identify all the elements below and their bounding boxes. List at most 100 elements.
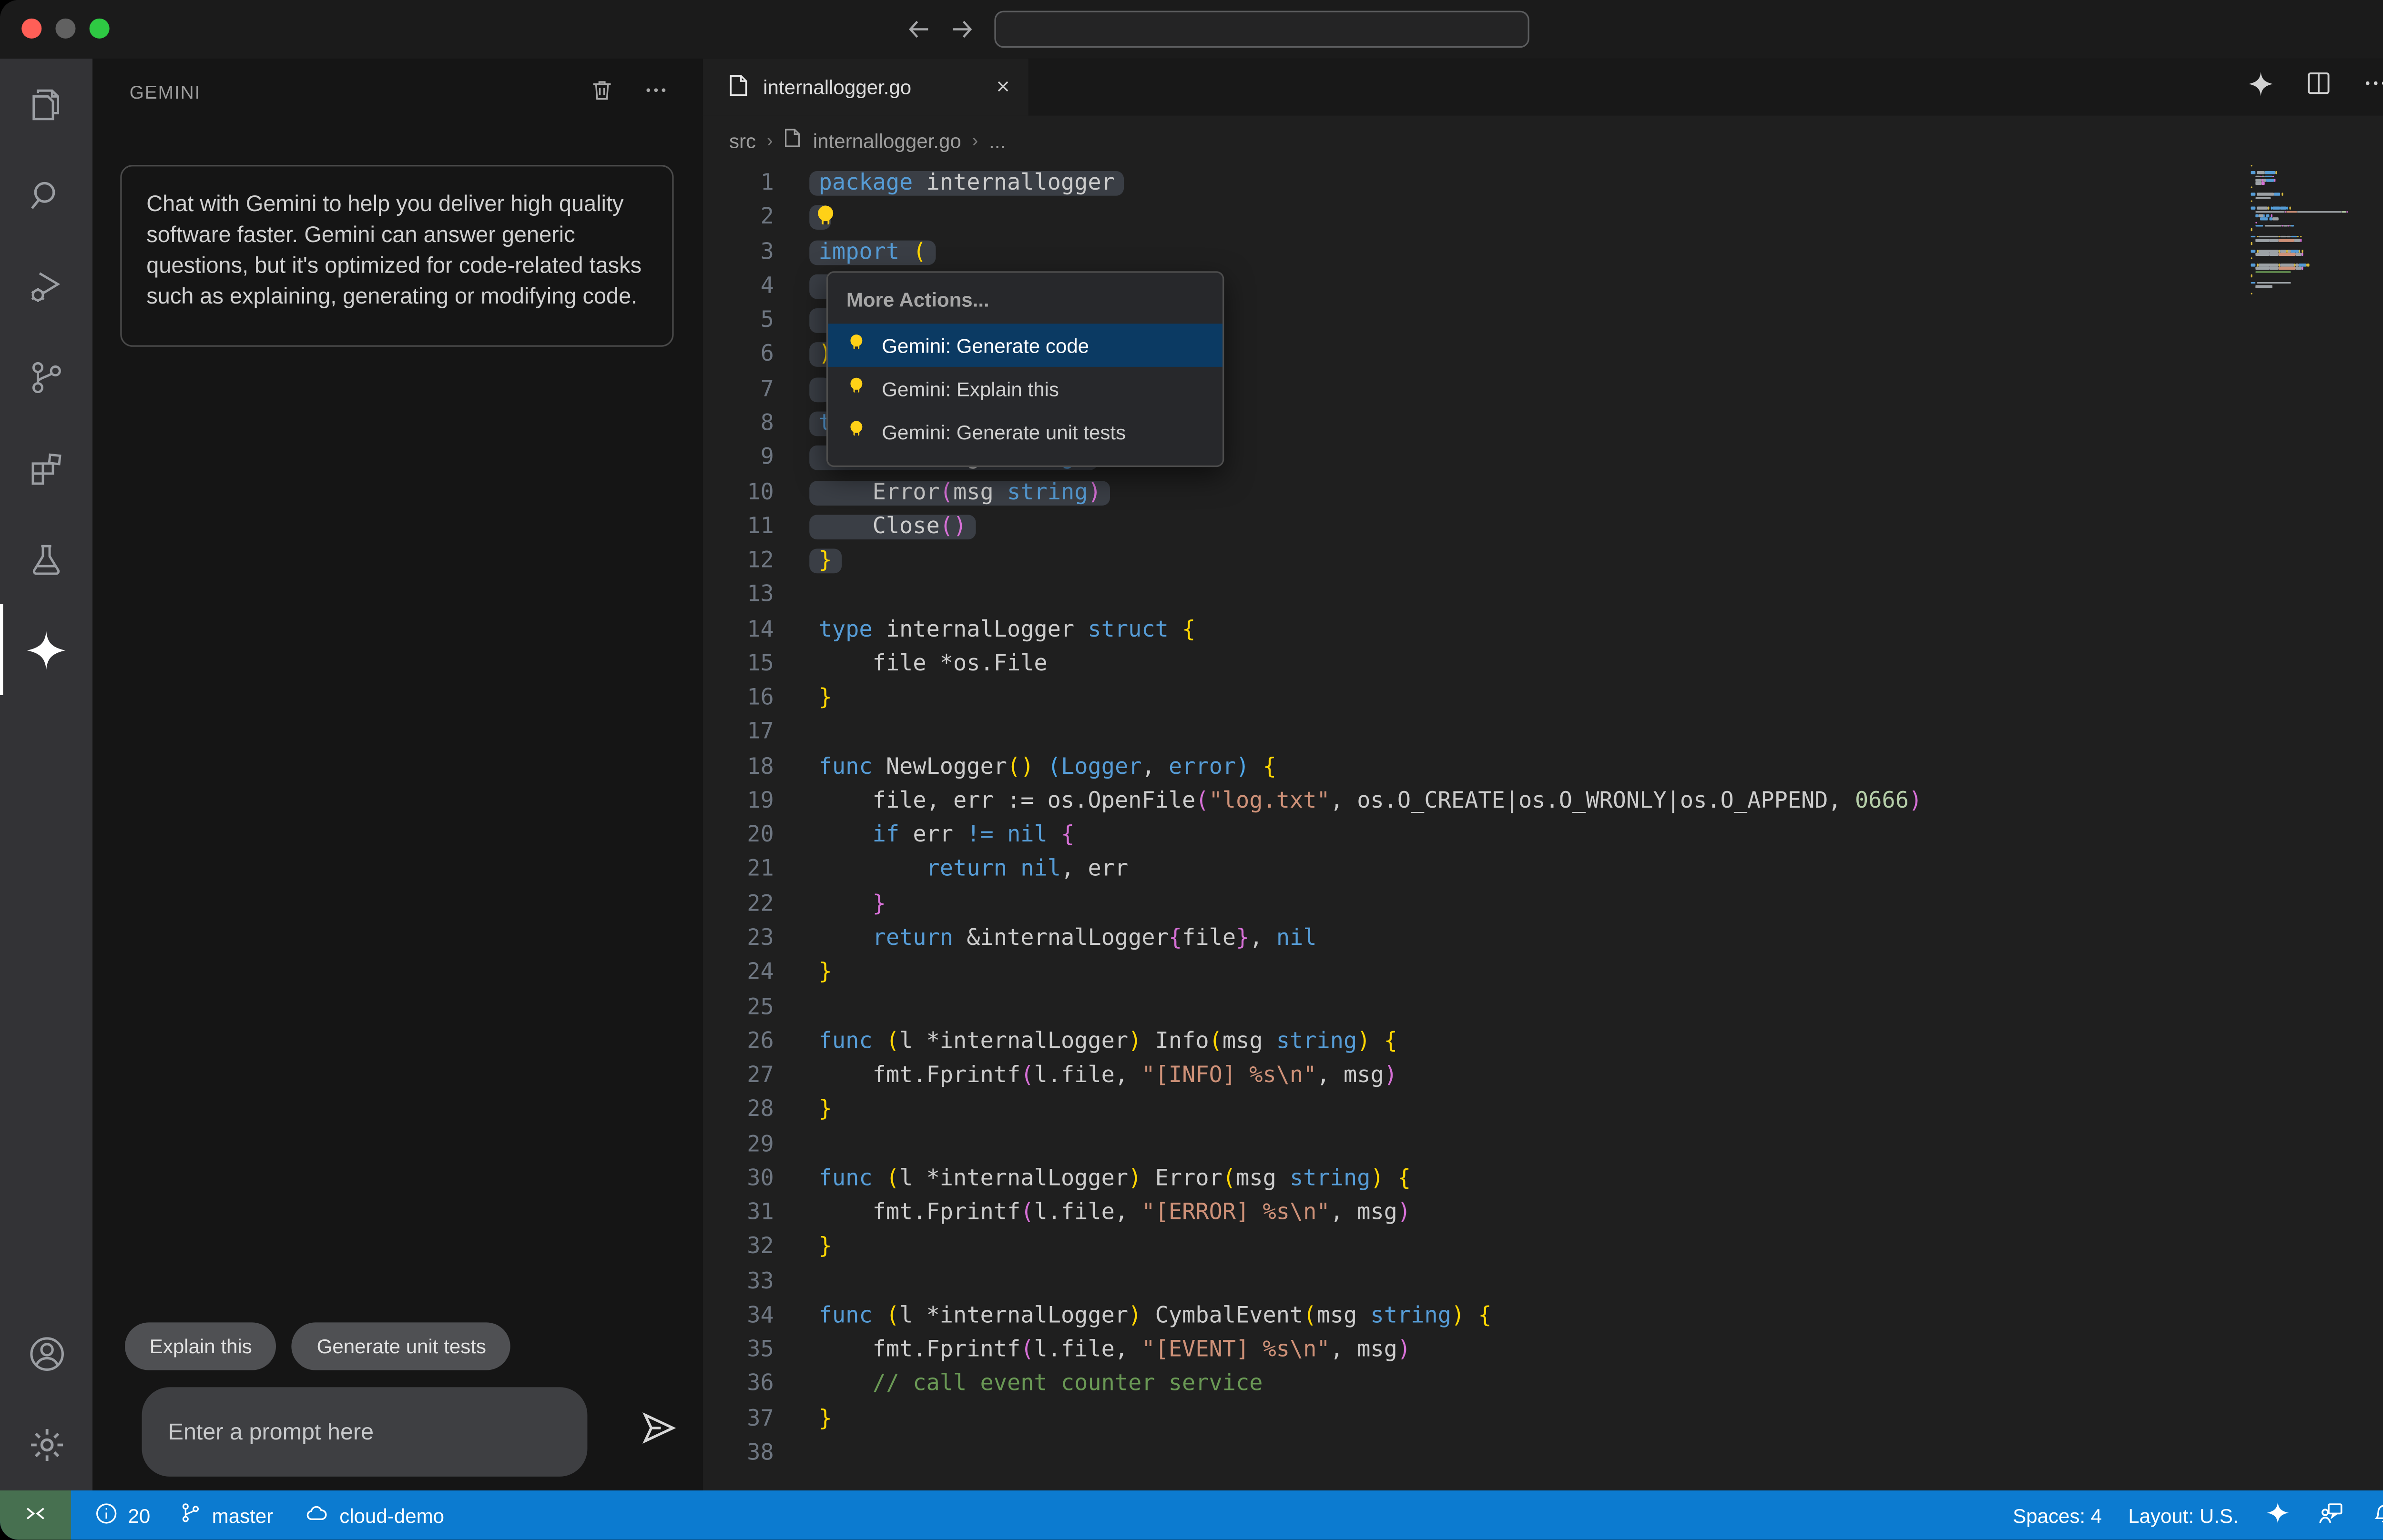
status-spaces[interactable]: Spaces: 4 [2013,1503,2102,1527]
line-number: 13 [747,583,774,608]
close-window-button[interactable] [21,18,42,39]
code-text: if err != nil { [872,823,1075,848]
line-number: 23 [747,926,774,951]
notifications-bell-icon[interactable] [2371,1499,2383,1530]
menu-item[interactable]: Gemini: Generate unit tests [828,410,1222,453]
generate-unit-tests-button[interactable]: Generate unit tests [292,1322,511,1370]
minimap-line [2251,232,2383,235]
minimap-line [2251,270,2383,274]
status-sparkle-icon[interactable] [2265,1499,2291,1530]
sidebar-item-search[interactable] [0,150,92,241]
minimize-window-button[interactable] [55,18,76,39]
code-text: } [818,1407,832,1432]
minimap-line [2251,260,2383,263]
code-line: 17 [703,716,2383,750]
chevron-right-icon: › [972,129,978,151]
minimap-line [2251,263,2383,266]
code-line: 22 } [703,887,2383,922]
gemini-sparkle-icon [23,627,70,673]
explain-this-button[interactable]: Explain this [125,1322,277,1370]
line-number: 33 [747,1269,774,1294]
code-line: 36 // call event counter service [703,1368,2383,1402]
problems-count: 20 [128,1503,151,1527]
command-center-search-input[interactable] [994,10,1529,48]
lightbulb-icon[interactable] [813,204,840,232]
status-layout[interactable]: Layout: U.S. [2128,1503,2238,1527]
gemini-editor-sparkle-icon[interactable] [2246,69,2275,106]
feedback-icon[interactable] [2317,1499,2345,1531]
settings-button[interactable] [0,1399,92,1490]
cloud-icon [303,1500,330,1530]
minimap-line [2251,196,2383,199]
info-icon [94,1500,119,1530]
remote-indicator[interactable] [0,1490,71,1540]
breadcrumb-file[interactable]: internallogger.go [813,129,961,152]
code-text: type internalLogger struct { [818,617,1196,642]
line-number: 26 [747,1029,774,1054]
line-number: 38 [747,1441,774,1466]
branch-name: master [212,1503,274,1527]
suggestion-buttons: Explain this Generate unit tests [125,1322,511,1370]
window-controls [21,18,110,39]
menu-item[interactable]: Gemini: Explain this [828,367,1222,410]
menu-item[interactable]: Gemini: Generate code [828,324,1223,367]
lightbulb-icon [846,332,866,358]
code-text: Error(msg string) [809,480,1111,505]
activity-bar [0,58,93,1490]
tab-internallogger[interactable]: internallogger.go × [703,58,1029,116]
zoom-window-button[interactable] [89,18,110,39]
minimap-line [2251,189,2383,192]
breadcrumb-src[interactable]: src [729,129,756,152]
sidebar-item-extensions[interactable] [0,422,92,513]
test-beaker-icon [26,539,66,579]
file-icon [728,73,749,101]
send-prompt-button[interactable] [637,1409,680,1452]
breadcrumb-symbol[interactable]: ... [989,129,1006,152]
status-branch[interactable]: master [180,1501,273,1529]
code-text: import ( [809,240,936,265]
status-cloud-project[interactable]: cloud-demo [303,1500,444,1530]
line-number: 14 [747,617,774,642]
title-bar [0,0,2383,59]
line-number: 2 [760,205,774,231]
clear-chat-trash-icon[interactable] [589,77,615,111]
panel-more-actions-icon[interactable] [643,77,669,111]
tab-close-icon[interactable]: × [996,76,1009,99]
code-text: } [818,1235,832,1260]
minimap-line [2251,249,2383,253]
back-arrow-icon[interactable] [904,14,935,52]
minimap-line [2251,256,2383,260]
minimap-line [2251,253,2383,256]
code-text: func (l *internalLogger) Info(msg string… [818,1029,1398,1054]
code-line: 10 Error(msg string) [703,476,2383,510]
code-line: 38 [703,1436,2383,1470]
sidebar-item-run-debug[interactable] [0,241,92,332]
status-problems[interactable]: 20 [94,1500,150,1530]
forward-arrow-icon[interactable] [947,14,978,52]
code-line: 16} [703,681,2383,716]
minimap[interactable] [2251,165,2383,295]
editor-more-actions-icon[interactable] [2362,70,2383,105]
minimap-line [2251,228,2383,231]
code-text: return nil, err [926,857,1129,882]
sidebar-item-explorer[interactable] [0,59,92,150]
line-number: 37 [747,1407,774,1432]
sidebar-item-gemini[interactable] [0,604,92,695]
line-number: 21 [747,857,774,882]
line-number: 11 [747,514,774,539]
sidebar-item-source-control[interactable] [0,331,92,422]
split-editor-icon[interactable] [2305,70,2332,105]
sidebar-item-testing[interactable] [0,513,92,604]
account-button[interactable] [0,1308,92,1399]
menu-item-label: Gemini: Generate code [882,334,1090,357]
tab-label: internallogger.go [763,75,912,99]
search-icon [26,175,66,215]
prompt-input[interactable] [142,1387,588,1477]
remote-icon [23,1500,48,1530]
vscode-window: GEMINI Chat with Gemini to help you deli… [0,0,2383,1540]
minimap-line [2251,274,2383,277]
lightbulb-icon [846,375,866,402]
code-text: fmt.Fprintf(l.file, "[ERROR] %s\n", msg) [818,1201,1411,1226]
code-line: 23 return &internalLogger{file}, nil [703,922,2383,956]
line-number: 4 [760,274,774,299]
